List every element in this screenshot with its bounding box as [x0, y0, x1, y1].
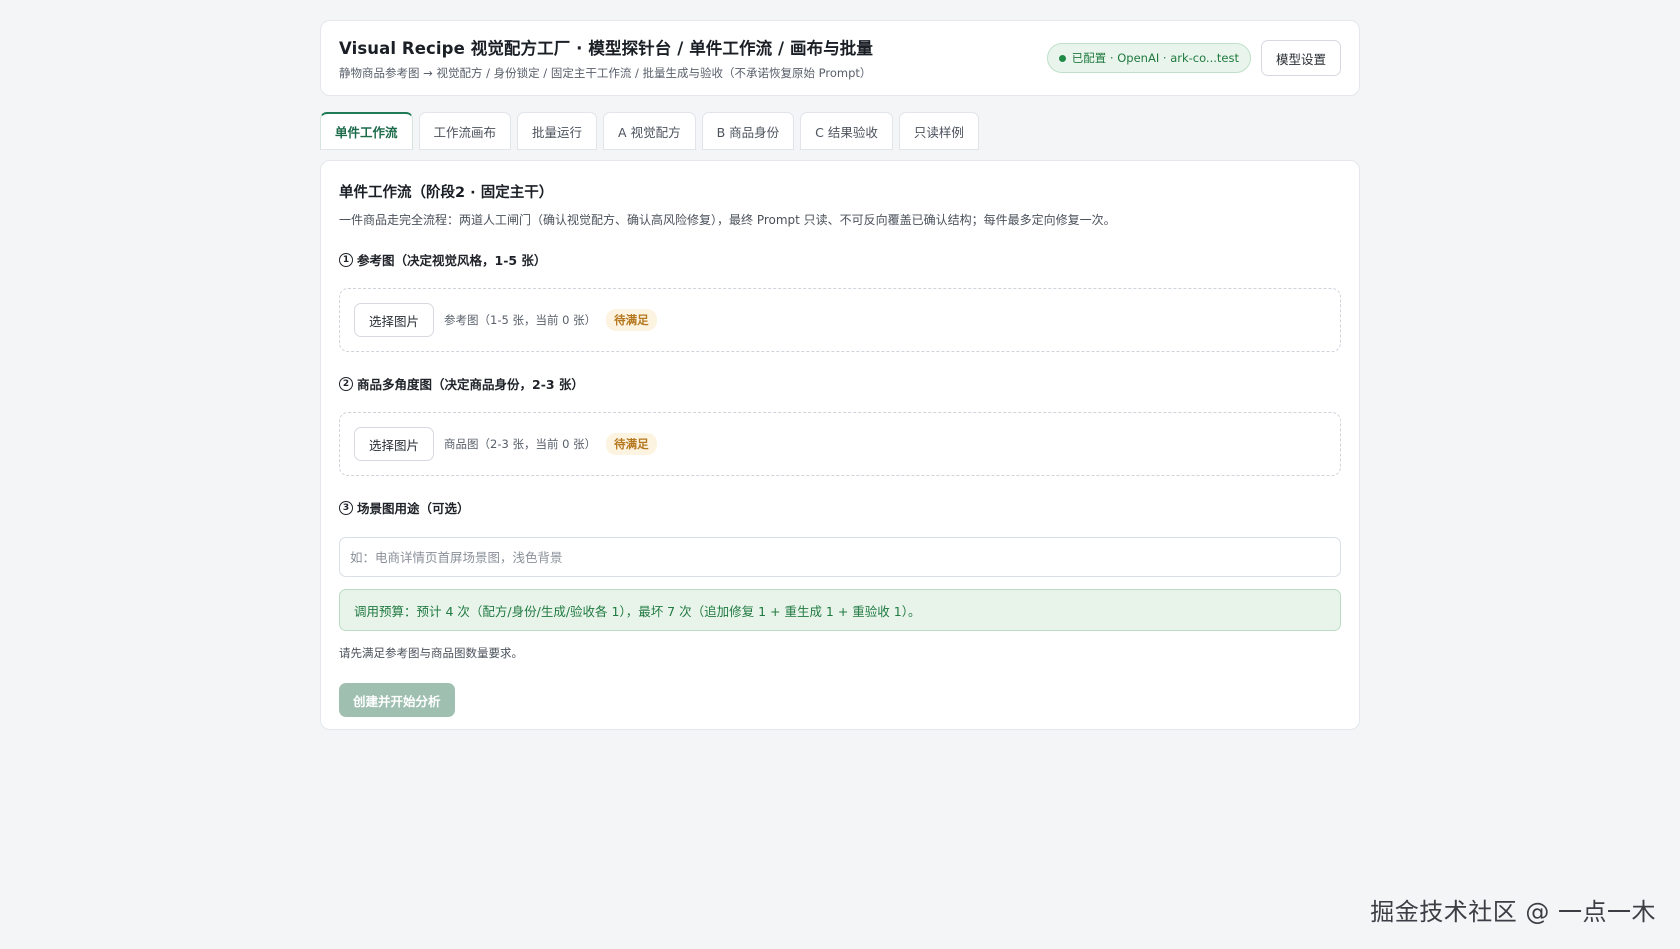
step1-label: 1 参考图（决定视觉风格，1-5 张） [339, 250, 1341, 269]
step1-number: 1 [339, 252, 353, 267]
step3-label-text: 场景图用途（可选） [357, 501, 470, 516]
reference-image-count: 参考图（1-5 张，当前 0 张） [444, 313, 597, 327]
tab-single-workflow[interactable]: 单件工作流 [320, 112, 413, 150]
product-image-dropzone[interactable]: 选择图片 商品图（2-3 张，当前 0 张） 待满足 [339, 412, 1341, 476]
status-dot-icon [1058, 54, 1066, 62]
tab-readonly-samples[interactable]: 只读样例 [898, 112, 979, 150]
header-right: 已配置 · OpenAI · ark-co...test 模型设置 [1046, 40, 1341, 76]
app-subtitle: 静物商品参考图 → 视觉配方 / 身份锁定 / 固定主干工作流 / 批量生成与验… [339, 66, 872, 80]
tab-result-acceptance[interactable]: C 结果验收 [800, 112, 893, 150]
step1-label-text: 参考图（决定视觉风格，1-5 张） [357, 253, 547, 268]
select-reference-images-button[interactable]: 选择图片 [354, 303, 435, 337]
select-product-images-button[interactable]: 选择图片 [354, 427, 435, 461]
page: Visual Recipe 视觉配方工厂 · 模型探针台 / 单件工作流 / 画… [0, 0, 1680, 949]
product-image-count: 商品图（2-3 张，当前 0 张） [444, 437, 597, 451]
section-description: 一件商品走完全流程：两道人工闸门（确认视觉配方、确认高风险修复），最终 Prom… [339, 213, 1116, 227]
header-card: Visual Recipe 视觉配方工厂 · 模型探针台 / 单件工作流 / 画… [320, 20, 1360, 96]
reference-image-dropzone[interactable]: 选择图片 参考图（1-5 张，当前 0 张） 待满足 [339, 288, 1341, 352]
step2-label-text: 商品多角度图（决定商品身份，2-3 张） [357, 377, 584, 392]
model-settings-button[interactable]: 模型设置 [1260, 40, 1341, 76]
config-status-badge: 已配置 · OpenAI · ark-co...test [1046, 43, 1251, 73]
product-status-badge: 待满足 [606, 433, 657, 455]
tab-product-identity[interactable]: B 商品身份 [701, 112, 795, 150]
step2-label: 2 商品多角度图（决定商品身份，2-3 张） [339, 374, 1341, 393]
config-status-text: 已配置 · OpenAI · ark-co...test [1071, 51, 1239, 65]
reference-status-badge: 待满足 [606, 309, 657, 331]
tab-bar: 单件工作流 工作流画布 批量运行 A 视觉配方 B 商品身份 C 结果验收 只读… [320, 112, 1360, 150]
step3-label: 3 场景图用途（可选） [339, 498, 1341, 517]
tab-workflow-canvas[interactable]: 工作流画布 [418, 112, 512, 150]
step2-number: 2 [339, 376, 353, 391]
app-title: Visual Recipe 视觉配方工厂 · 模型探针台 / 单件工作流 / 画… [339, 39, 874, 58]
content-wrapper: Visual Recipe 视觉配方工厂 · 模型探针台 / 单件工作流 / 画… [320, 20, 1360, 730]
section-title: 单件工作流（阶段2 · 固定主干） [339, 185, 554, 201]
scene-usage-input[interactable] [339, 537, 1341, 577]
requirement-hint: 请先满足参考图与商品图数量要求。 [339, 646, 523, 660]
step3-number: 3 [339, 500, 353, 515]
tab-visual-recipe[interactable]: A 视觉配方 [603, 112, 696, 150]
create-and-analyze-button[interactable]: 创建并开始分析 [339, 683, 455, 717]
workflow-card: 单件工作流（阶段2 · 固定主干） 一件商品走完全流程：两道人工闸门（确认视觉配… [320, 160, 1360, 730]
tab-batch-run[interactable]: 批量运行 [517, 112, 598, 150]
header-left: Visual Recipe 视觉配方工厂 · 模型探针台 / 单件工作流 / 画… [339, 35, 873, 81]
watermark: 掘金技术社区 @ 一点一木 [1370, 898, 1656, 926]
call-budget-notice: 调用预算：预计 4 次（配方/身份/生成/验收各 1），最坏 7 次（追加修复 … [339, 589, 1341, 631]
